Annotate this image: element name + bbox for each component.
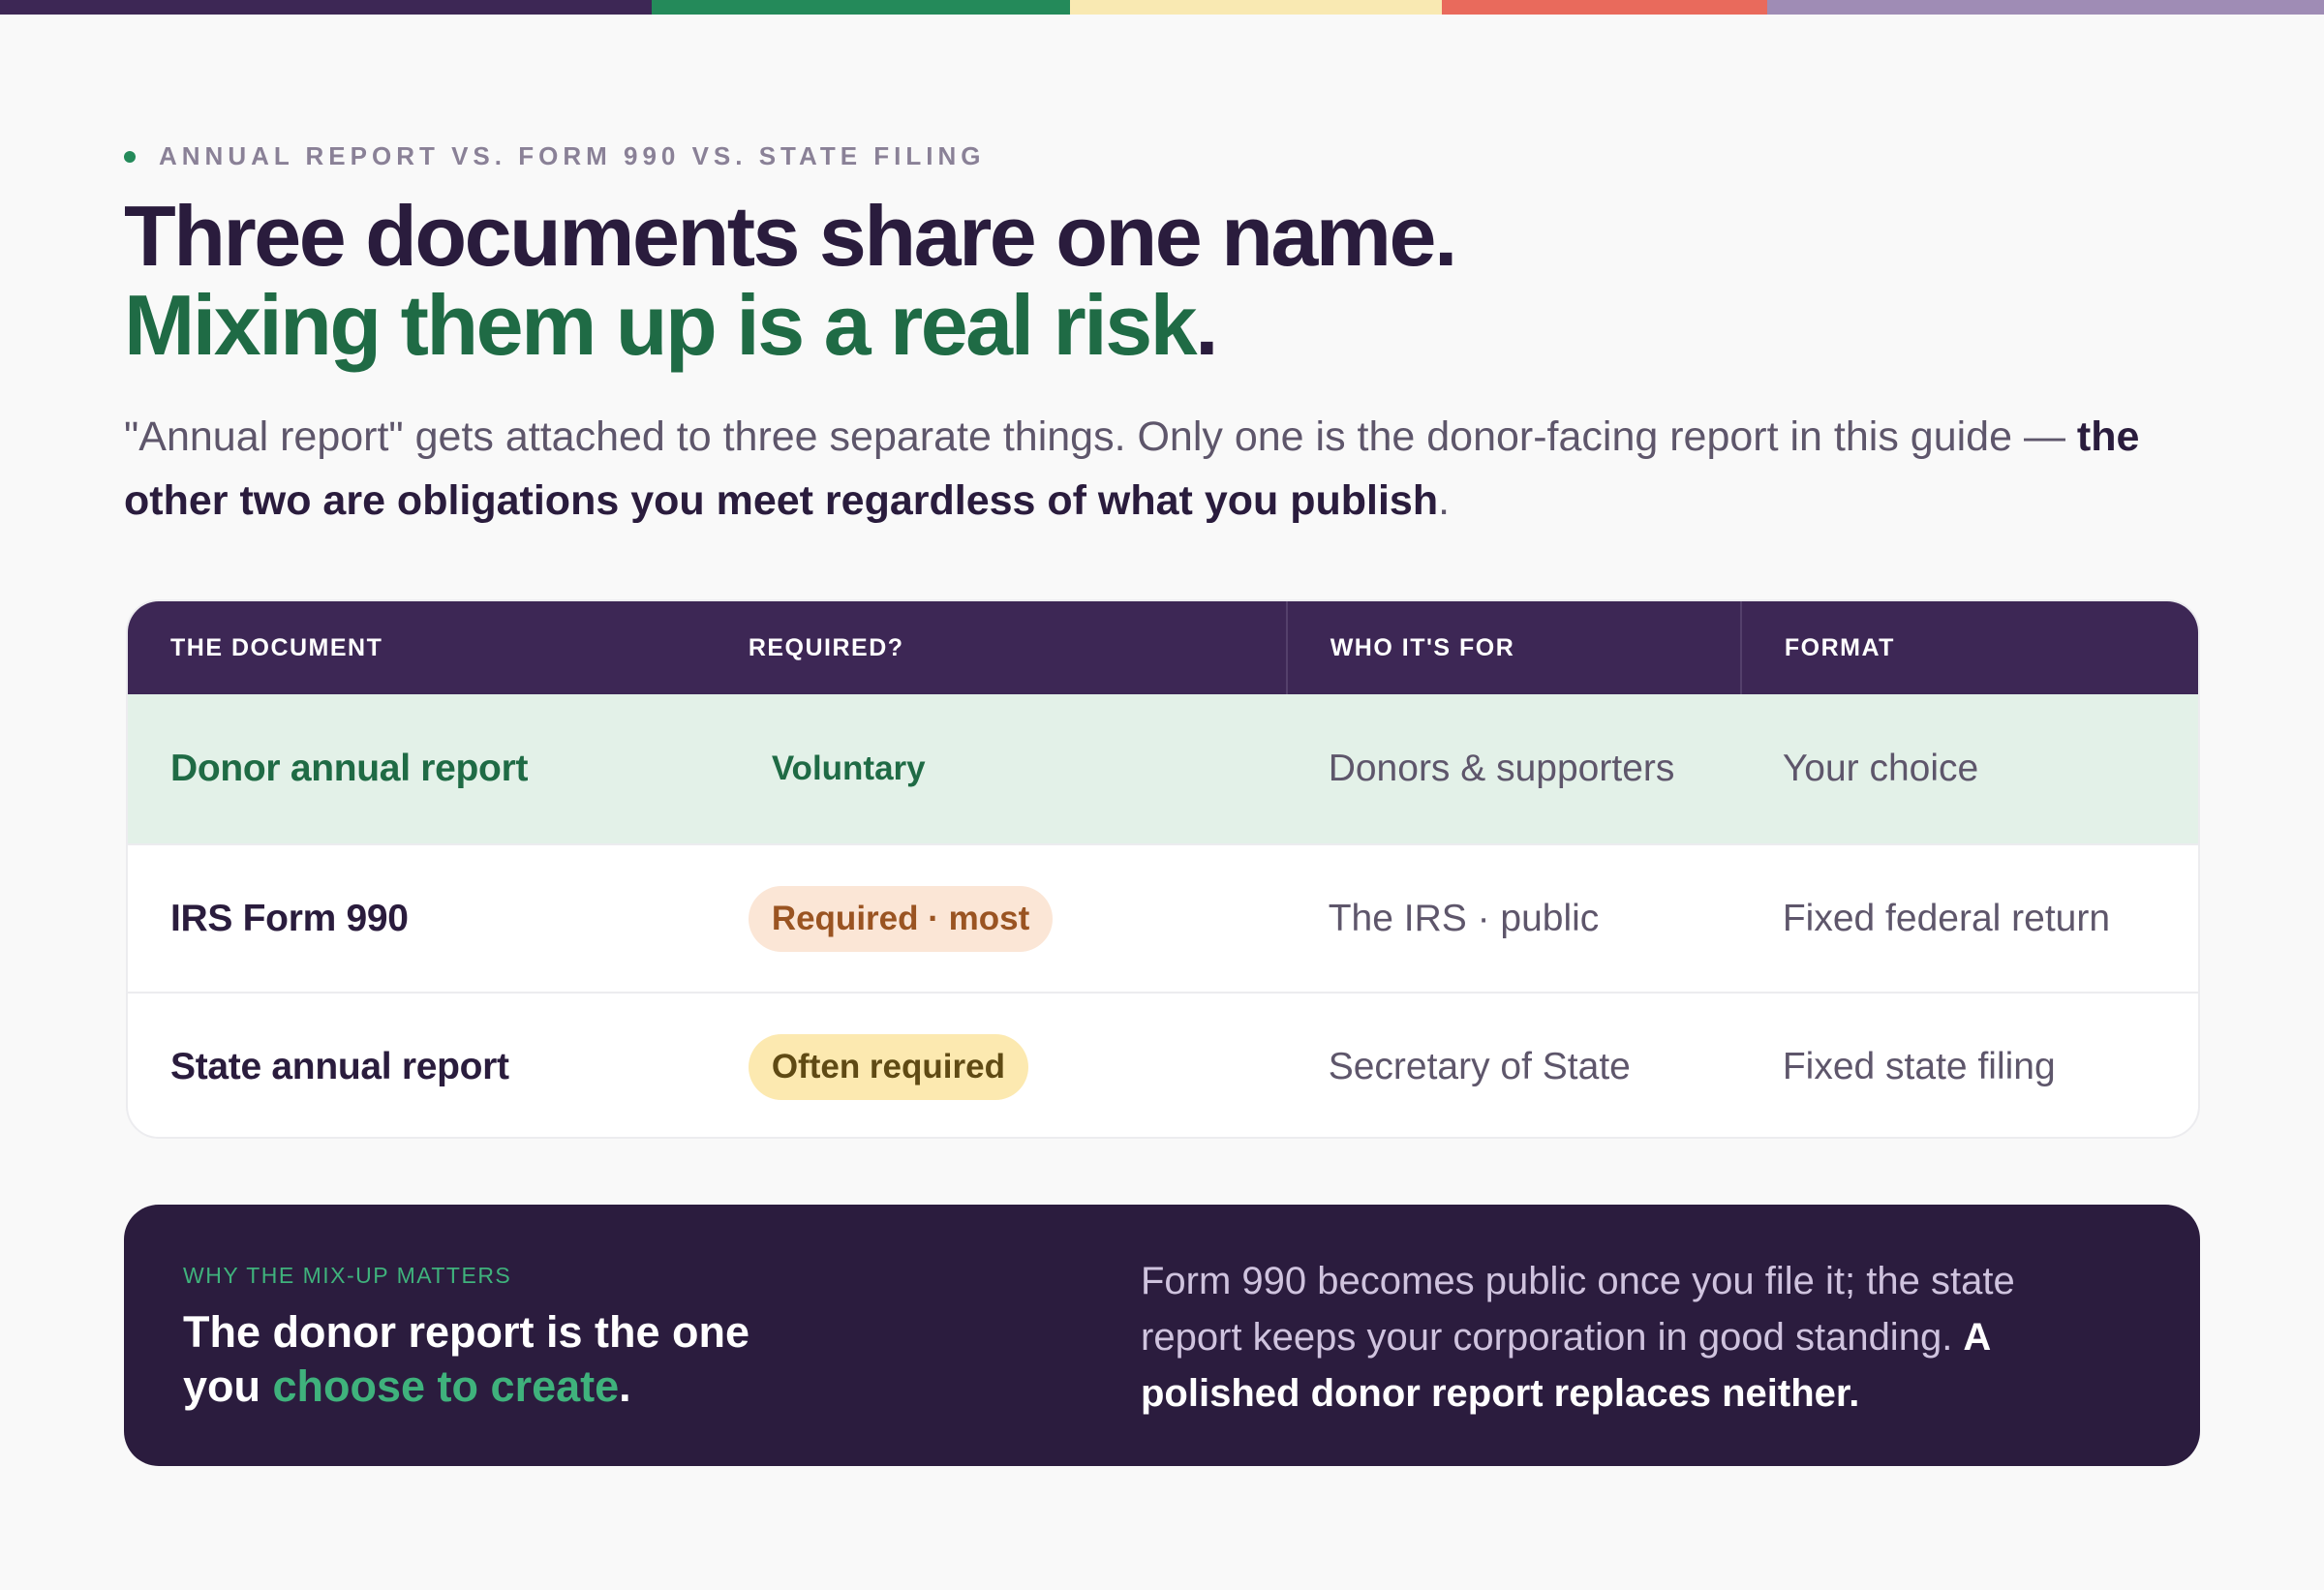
strip-segment	[0, 0, 652, 15]
headline-line-2: Mixing them up is a real risk.	[124, 281, 2061, 370]
document-name: State annual report	[170, 1045, 509, 1087]
format-cell: Fixed federal return	[1782, 897, 2111, 939]
document-name: IRS Form 990	[170, 897, 409, 939]
required-badge: Often required	[748, 1033, 1028, 1100]
audience-cell: The IRS · public	[1328, 897, 1600, 939]
page: ANNUAL REPORT VS. FORM 990 VS. STATE FIL…	[0, 0, 2324, 1590]
table-row: State annual report Often required Secre…	[128, 992, 2198, 1137]
strip-segment	[1070, 0, 1442, 15]
intro-text: "Annual report" gets attached to three s…	[124, 413, 2077, 460]
page-title: Three documents share one name. Mixing t…	[124, 192, 2061, 370]
intro-end: .	[1438, 477, 1451, 524]
intro-paragraph: "Annual report" gets attached to three s…	[124, 405, 2157, 533]
header-required: REQUIRED?	[748, 633, 904, 661]
eyebrow-dot-icon	[124, 150, 136, 163]
top-color-strip	[0, 0, 2324, 15]
eyebrow: ANNUAL REPORT VS. FORM 990 VS. STATE FIL…	[124, 141, 986, 171]
headline-period: .	[1195, 277, 1218, 373]
headline-line-1: Three documents share one name.	[124, 188, 1457, 284]
audience-cell: Secretary of State	[1328, 1045, 1631, 1087]
strip-segment	[1767, 0, 2324, 15]
callout-body-text: Form 990 becomes public once you file it…	[1141, 1260, 2015, 1359]
strip-segment	[652, 0, 1070, 15]
required-badge: Required · most	[748, 885, 1054, 952]
headline-accent: Mixing them up is a real risk	[124, 277, 1198, 373]
callout-headline: The donor report is the one you choose t…	[183, 1305, 803, 1414]
format-cell: Fixed state filing	[1782, 1045, 2056, 1087]
strip-segment	[1442, 0, 1767, 15]
format-cell: Your choice	[1782, 748, 1979, 789]
eyebrow-text: ANNUAL REPORT VS. FORM 990 VS. STATE FIL…	[159, 141, 986, 170]
document-name: Donor annual report	[170, 748, 529, 789]
comparison-table: THE DOCUMENT REQUIRED? WHO IT'S FOR FORM…	[126, 599, 2200, 1139]
callout-kicker: WHY THE MIX-UP MATTERS	[183, 1263, 512, 1288]
callout-headline-end: .	[619, 1361, 631, 1411]
audience-cell: Donors & supporters	[1328, 748, 1675, 789]
table-row: Donor annual report Voluntary Donors & s…	[128, 694, 2198, 843]
table-header: THE DOCUMENT REQUIRED? WHO IT'S FOR FORM…	[128, 601, 2198, 694]
header-format: FORMAT	[1739, 601, 2198, 694]
table-row: IRS Form 990 Required · most The IRS · p…	[128, 843, 2198, 992]
mixup-callout: WHY THE MIX-UP MATTERS The donor report …	[124, 1205, 2200, 1466]
callout-body: Form 990 becomes public once you file it…	[1141, 1253, 2109, 1422]
callout-headline-accent: choose to create	[272, 1361, 620, 1411]
header-document: THE DOCUMENT	[170, 633, 383, 661]
header-who: WHO IT'S FOR	[1285, 601, 1740, 694]
required-badge: Voluntary	[748, 736, 949, 802]
